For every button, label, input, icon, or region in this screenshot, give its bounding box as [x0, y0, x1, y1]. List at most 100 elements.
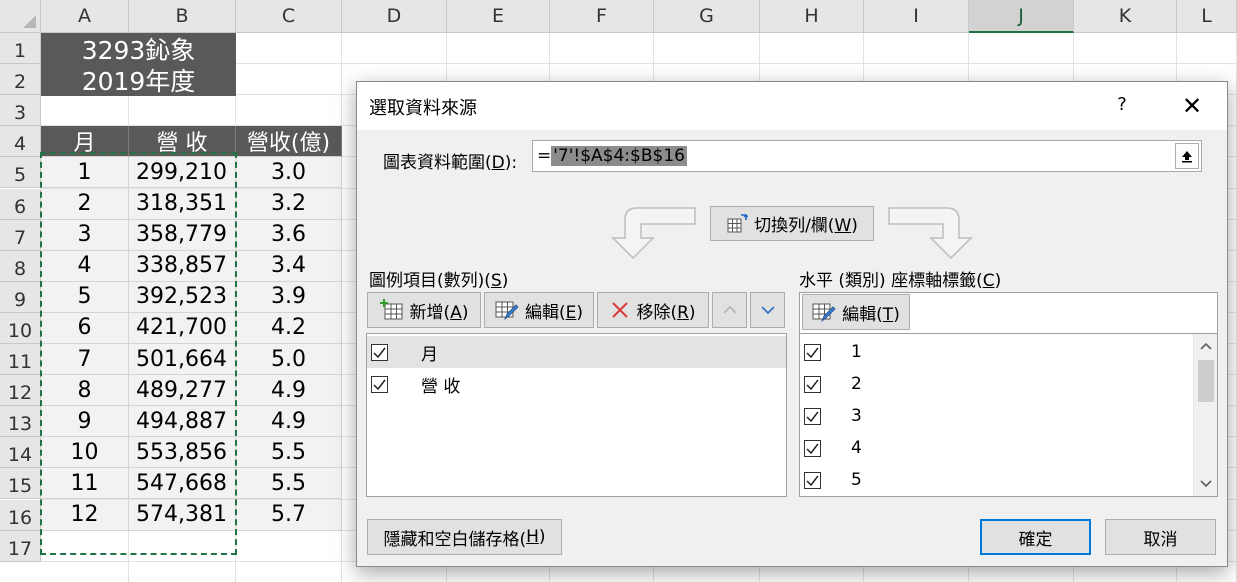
series-list-item[interactable]: 月 — [367, 336, 786, 368]
table-cell[interactable]: 9 — [41, 406, 129, 438]
table-cell[interactable]: 12 — [41, 499, 129, 531]
category-checkbox[interactable] — [804, 375, 821, 393]
table-cell[interactable]: 574,381 — [129, 499, 236, 531]
chart-range-input[interactable]: = '7'!$A$4:$B$16 — [532, 140, 1202, 172]
category-listbox[interactable]: 1 2 3 4 5 — [799, 333, 1218, 497]
table-cell[interactable]: 3.0 — [236, 157, 342, 189]
table-cell[interactable]: 4.9 — [236, 406, 342, 438]
table-cell[interactable]: 3.9 — [236, 281, 342, 313]
row-header-2[interactable]: 2 — [0, 64, 41, 96]
move-down-button[interactable] — [750, 292, 785, 328]
hidden-empty-cells-button[interactable]: 隱藏和空白儲存格(H) — [367, 519, 562, 555]
column-header-a[interactable]: A — [41, 0, 129, 33]
move-up-button[interactable] — [712, 292, 747, 328]
column-header-f[interactable]: F — [550, 0, 654, 33]
scroll-up-button[interactable] — [1194, 334, 1218, 358]
collapse-dialog-button[interactable] — [1175, 143, 1199, 169]
help-button[interactable]: ? — [1111, 94, 1133, 118]
column-header-e[interactable]: E — [447, 0, 550, 33]
category-checkbox[interactable] — [804, 343, 821, 361]
edit-series-button[interactable]: 編輯(E) — [484, 292, 594, 328]
title-cell-line2[interactable]: 2019年度 — [41, 64, 236, 96]
category-list-item[interactable]: 1 — [800, 336, 1192, 368]
table-cell[interactable]: 299,210 — [129, 157, 236, 189]
row-header-12[interactable]: 12 — [0, 375, 41, 407]
scroll-thumb[interactable] — [1198, 360, 1214, 402]
table-cell[interactable]: 4.2 — [236, 312, 342, 344]
table-cell[interactable]: 5.5 — [236, 437, 342, 469]
category-list-item[interactable]: 4 — [800, 432, 1192, 464]
cancel-button[interactable]: 取消 — [1105, 519, 1216, 555]
add-series-button[interactable]: 新增(A) — [367, 292, 481, 328]
row-header-10[interactable]: 10 — [0, 312, 41, 344]
table-cell[interactable]: 5.5 — [236, 468, 342, 500]
select-all-corner[interactable] — [0, 0, 41, 33]
table-cell[interactable]: 3 — [41, 219, 129, 251]
table-cell[interactable]: 338,857 — [129, 250, 236, 282]
switch-row-column-button[interactable]: 切換列/欄(W) — [710, 206, 874, 241]
category-checkbox[interactable] — [804, 407, 821, 425]
table-header-cell[interactable]: 月 — [41, 126, 129, 158]
row-header-7[interactable]: 7 — [0, 219, 41, 251]
column-header-k[interactable]: K — [1074, 0, 1177, 33]
column-header-b[interactable]: B — [129, 0, 236, 33]
category-checkbox[interactable] — [804, 439, 821, 457]
table-cell[interactable]: 7 — [41, 344, 129, 376]
table-cell[interactable]: 501,664 — [129, 344, 236, 376]
row-header-6[interactable]: 6 — [0, 188, 41, 220]
row-header-16[interactable]: 16 — [0, 499, 41, 531]
row-header-17[interactable]: 17 — [0, 530, 41, 562]
category-checkbox[interactable] — [804, 471, 821, 489]
scroll-down-button[interactable] — [1194, 472, 1218, 496]
table-cell[interactable]: 3.6 — [236, 219, 342, 251]
row-header-8[interactable]: 8 — [0, 250, 41, 282]
table-cell[interactable]: 392,523 — [129, 281, 236, 313]
table-cell[interactable]: 5.0 — [236, 344, 342, 376]
table-header-cell[interactable]: 營收(億) — [236, 126, 342, 158]
column-header-l[interactable]: L — [1177, 0, 1237, 33]
dialog-titlebar[interactable]: 選取資料來源 ? ✕ — [357, 82, 1227, 130]
column-header-c[interactable]: C — [236, 0, 342, 33]
close-button[interactable]: ✕ — [1175, 92, 1209, 120]
table-cell[interactable]: 489,277 — [129, 375, 236, 407]
table-header-cell[interactable]: 營 收 — [129, 126, 236, 158]
category-list-item[interactable]: 2 — [800, 368, 1192, 400]
category-scrollbar[interactable] — [1193, 334, 1217, 496]
table-cell[interactable]: 421,700 — [129, 312, 236, 344]
column-header-j[interactable]: J — [969, 0, 1074, 33]
row-header-3[interactable]: 3 — [0, 95, 41, 127]
table-cell[interactable]: 4.9 — [236, 375, 342, 407]
column-header-h[interactable]: H — [760, 0, 864, 33]
edit-axis-labels-button[interactable]: 編輯(T) — [802, 294, 910, 330]
remove-series-button[interactable]: 移除(R) — [597, 292, 709, 328]
row-header-9[interactable]: 9 — [0, 281, 41, 313]
row-header-14[interactable]: 14 — [0, 437, 41, 469]
series-checkbox[interactable] — [371, 375, 388, 393]
series-list-item[interactable]: 營 收 — [367, 368, 786, 400]
table-cell[interactable]: 5 — [41, 281, 129, 313]
table-cell[interactable]: 2 — [41, 188, 129, 220]
table-cell[interactable]: 3.4 — [236, 250, 342, 282]
table-cell[interactable]: 6 — [41, 312, 129, 344]
title-cell-line1[interactable]: 3293鈊象 — [41, 33, 236, 65]
row-header-5[interactable]: 5 — [0, 157, 41, 189]
row-header-11[interactable]: 11 — [0, 344, 41, 376]
table-cell[interactable]: 547,668 — [129, 468, 236, 500]
table-cell[interactable]: 494,887 — [129, 406, 236, 438]
row-header-1[interactable]: 1 — [0, 33, 41, 65]
table-cell[interactable]: 553,856 — [129, 437, 236, 469]
table-cell[interactable]: 4 — [41, 250, 129, 282]
table-cell[interactable]: 10 — [41, 437, 129, 469]
category-list-item[interactable]: 5 — [800, 464, 1192, 496]
table-cell[interactable]: 318,351 — [129, 188, 236, 220]
table-cell[interactable]: 358,779 — [129, 219, 236, 251]
row-header-15[interactable]: 15 — [0, 468, 41, 500]
table-cell[interactable]: 11 — [41, 468, 129, 500]
category-list-item[interactable]: 3 — [800, 400, 1192, 432]
table-cell[interactable]: 8 — [41, 375, 129, 407]
column-header-i[interactable]: I — [864, 0, 969, 33]
ok-button[interactable]: 確定 — [980, 519, 1091, 555]
table-cell[interactable]: 5.7 — [236, 499, 342, 531]
row-header-4[interactable]: 4 — [0, 126, 41, 158]
row-header-13[interactable]: 13 — [0, 406, 41, 438]
